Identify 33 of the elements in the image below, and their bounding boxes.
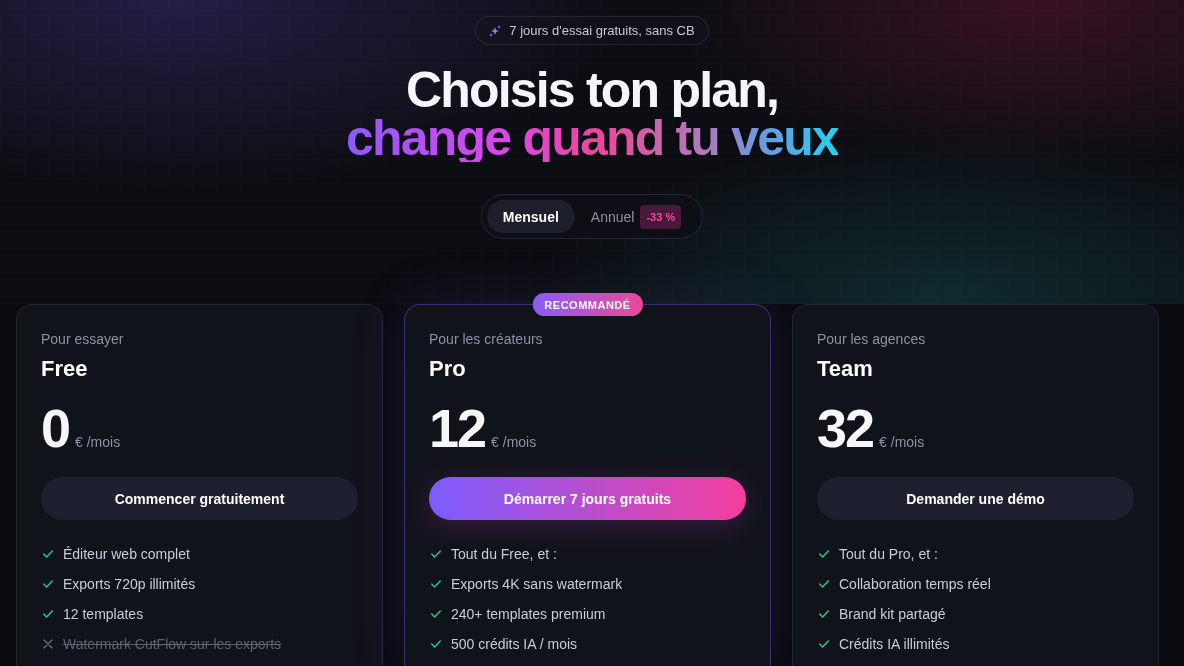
recommended-badge: RECOMMANDÉ xyxy=(532,293,643,316)
plan-price: 12 xyxy=(429,401,486,455)
plan-cta-button[interactable]: Démarrer 7 jours gratuits xyxy=(429,477,746,520)
plan-audience: Pour essayer xyxy=(41,330,125,349)
feature-text: 12 templates xyxy=(63,605,144,624)
price-unit: € /mois xyxy=(491,434,537,450)
plan-cta-button[interactable]: Demander une démo xyxy=(817,477,1134,520)
feature-text: Éditeur web complet xyxy=(63,545,190,564)
price-unit: € /mois xyxy=(879,434,925,450)
plan-name: Team xyxy=(817,355,874,383)
feature-text: Tout du Pro, et : xyxy=(839,545,938,564)
trial-badge-text: 7 jours d'essai gratuits, sans CB xyxy=(509,23,695,38)
billing-option[interactable]: Annuel -33 % xyxy=(574,200,698,233)
plan-price: 0 xyxy=(41,401,70,455)
feature-text: Collaboration temps réel xyxy=(839,575,991,594)
feature-text: Crédits IA illimités xyxy=(839,635,950,654)
feature-text: Brand kit partagé xyxy=(839,605,946,624)
plan-name: Pro xyxy=(429,355,467,383)
billing-option[interactable]: Mensuel xyxy=(486,200,575,233)
feature-text: Exports 4K sans watermark xyxy=(451,575,623,594)
feature-text: 240+ templates premium xyxy=(451,605,606,624)
plan-audience: Pour les agences xyxy=(817,330,927,349)
feature-text: Watermark CutFlow sur les exports xyxy=(63,635,282,654)
plan-name: Free xyxy=(41,355,89,383)
feature-text: Exports 720p illimités xyxy=(63,575,196,594)
price-unit: € /mois xyxy=(75,434,121,450)
discount-badge: -33 % xyxy=(640,204,682,229)
plan-cta-button[interactable]: Commencer gratuitement xyxy=(41,477,358,520)
feature-text: Tout du Free, et : xyxy=(451,545,557,564)
plan-price: 32 xyxy=(817,401,874,455)
plan-audience: Pour les créateurs xyxy=(429,330,544,349)
feature-text: 500 crédits IA / mois xyxy=(451,635,578,654)
sparkles-icon xyxy=(489,24,502,37)
